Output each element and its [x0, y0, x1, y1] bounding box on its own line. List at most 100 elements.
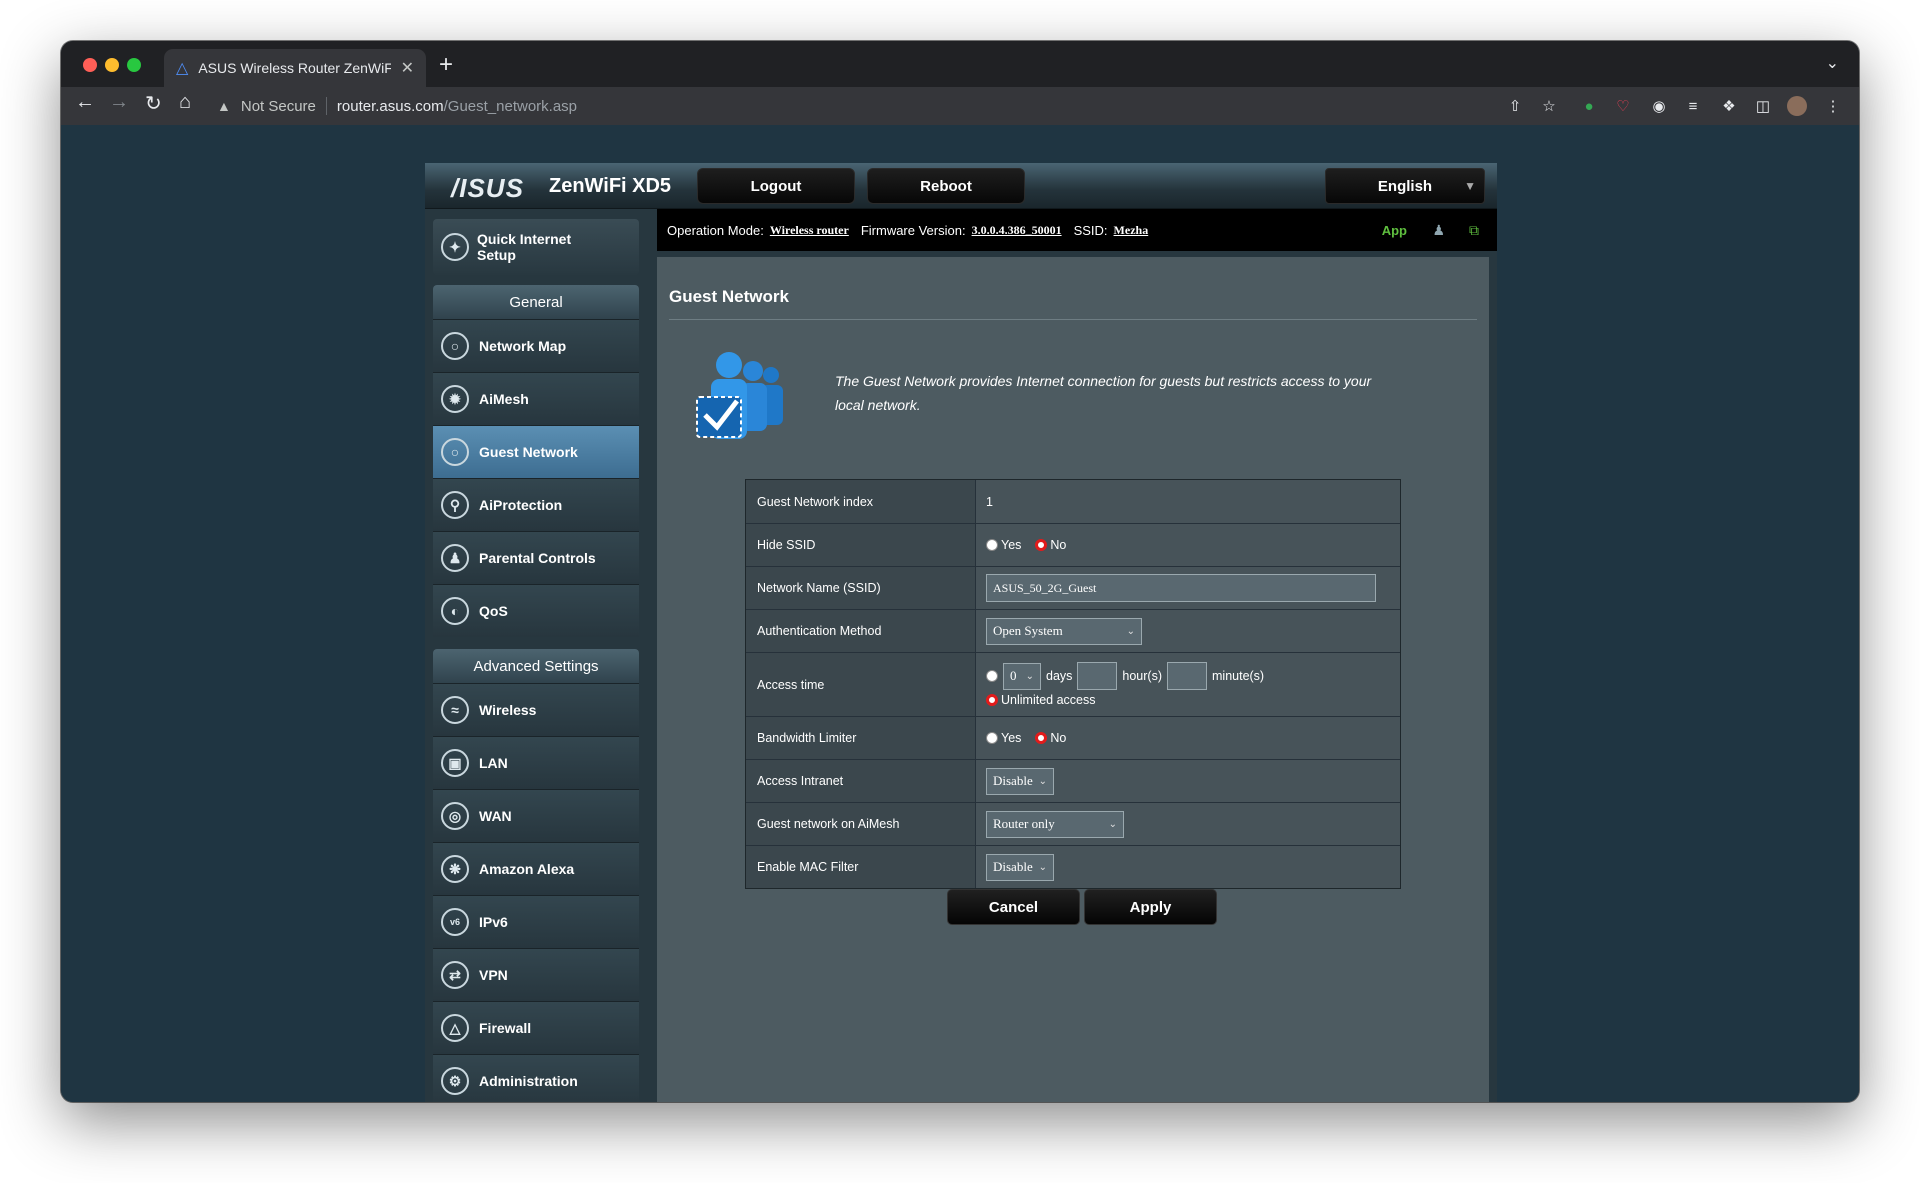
sidebar-item-network-map[interactable]: ○ Network Map	[433, 319, 639, 372]
reload-icon[interactable]: ↻	[145, 91, 162, 116]
address-bar[interactable]: ▲ Not Secure router.asus.com/Guest_netwo…	[217, 92, 1597, 120]
days-select[interactable]: 0 ⌄	[1003, 662, 1041, 690]
cancel-button[interactable]: Cancel	[947, 889, 1080, 925]
hide-ssid-yes[interactable]: Yes	[986, 538, 1021, 552]
tab-bar: △ ASUS Wireless Router ZenWiFi XD5 ✕ + ⌄	[61, 41, 1859, 87]
browser-toolbar: ← → ↻ ⌂ ▲ Not Secure router.asus.com/Gue…	[61, 87, 1859, 125]
vpn-icon: ⇄	[441, 961, 469, 989]
reboot-button[interactable]: Reboot	[867, 168, 1025, 204]
globe-icon: ○	[441, 332, 469, 360]
family-icon: ♟	[441, 544, 469, 572]
sidebar-item-label: Parental Controls	[479, 550, 596, 566]
ssid-label: Network Name (SSID)	[746, 567, 976, 609]
sidebar-toggle-icon[interactable]: ◫	[1753, 96, 1773, 116]
bookmark-star-icon[interactable]: ☆	[1539, 96, 1559, 116]
mac-filter-select[interactable]: Disable ⌄	[986, 853, 1054, 881]
sidebar-item-amazon-alexa[interactable]: ❋ Amazon Alexa	[433, 842, 639, 895]
ssid-label: SSID:	[1073, 222, 1108, 238]
op-mode-link[interactable]: Wireless router	[770, 223, 849, 238]
sidebar-item-label: Wireless	[479, 702, 537, 718]
sidebar-item-guest-network[interactable]: ○ Guest Network	[433, 425, 639, 478]
sidebar-item-administration[interactable]: ⚙ Administration	[433, 1054, 639, 1102]
hide-ssid-no[interactable]: No	[1035, 538, 1066, 552]
aimesh-select[interactable]: Router only ⌄	[986, 810, 1124, 838]
aimesh-label: Guest network on AiMesh	[746, 803, 976, 845]
main-panel: Guest Network The Guest Network provides…	[657, 257, 1489, 1102]
logout-button[interactable]: Logout	[697, 168, 855, 204]
sidebar-item-wireless[interactable]: ≈ Wireless	[433, 683, 639, 736]
sidebar-item-lan[interactable]: ▣ LAN	[433, 736, 639, 789]
ssid-input[interactable]: ASUS_50_2G_Guest	[986, 574, 1376, 602]
ssid-link[interactable]: Mezha	[1114, 223, 1149, 238]
minimize-window-button[interactable]	[105, 58, 119, 72]
sidebar-item-firewall[interactable]: △ Firewall	[433, 1001, 639, 1054]
share-icon[interactable]: ⇧	[1505, 96, 1525, 116]
unlimited-label: Unlimited access	[1001, 693, 1096, 707]
extension-badge-icon[interactable]: ●	[1579, 96, 1599, 116]
bandwidth-label: Bandwidth Limiter	[746, 717, 976, 759]
general-group: General ○ Network Map ✹ AiMesh ○ Guest N…	[433, 285, 639, 637]
hide-ssid-options: Yes No	[976, 524, 1400, 566]
sidebar-item-ipv6[interactable]: v6 IPv6	[433, 895, 639, 948]
intranet-select[interactable]: Disable ⌄	[986, 767, 1054, 795]
asus-favicon-icon: △	[176, 60, 189, 77]
sidebar-item-aimesh[interactable]: ✹ AiMesh	[433, 372, 639, 425]
auth-label: Authentication Method	[746, 610, 976, 652]
zoom-window-button[interactable]	[127, 58, 141, 72]
guest-settings-form: Guest Network index 1 Hide SSID Yes No N…	[745, 479, 1401, 889]
sidebar-item-wan[interactable]: ◎ WAN	[433, 789, 639, 842]
quick-internet-setup[interactable]: ✦ Quick Internet Setup	[433, 219, 639, 275]
radio-checked	[1035, 539, 1048, 551]
sidebar-item-vpn[interactable]: ⇄ VPN	[433, 948, 639, 1001]
bandwidth-yes[interactable]: Yes	[986, 731, 1021, 745]
index-value: 1	[986, 494, 993, 509]
omnibox-divider	[325, 97, 327, 115]
form-row-hide-ssid: Hide SSID Yes No	[746, 523, 1400, 566]
alexa-icon: ❋	[441, 855, 469, 883]
minutes-input[interactable]	[1167, 662, 1207, 690]
sidebar-item-aiprotection[interactable]: ⚲ AiProtection	[433, 478, 639, 531]
apply-button[interactable]: Apply	[1084, 889, 1217, 925]
usb-status-icon[interactable]: ⧉	[1469, 222, 1479, 239]
days-value: 0	[1010, 668, 1017, 683]
translate-icon[interactable]: ≡	[1683, 96, 1703, 116]
forward-arrow-icon[interactable]: →	[109, 91, 129, 114]
pocket-icon[interactable]: ♡	[1613, 96, 1633, 116]
tab-search-chevron-icon[interactable]: ⌄	[1826, 53, 1839, 73]
quick-setup-label: Quick Internet Setup	[477, 231, 572, 263]
unlimited-access-option[interactable]: Unlimited access	[986, 693, 1095, 707]
vpn-extension-icon[interactable]: ◉	[1649, 96, 1669, 116]
tab-close-icon[interactable]: ✕	[401, 58, 414, 78]
firmware-link[interactable]: 3.0.0.4.386_50001	[972, 223, 1062, 238]
radio-checked	[986, 694, 998, 706]
limited-access-radio[interactable]	[986, 670, 998, 682]
hours-label: hour(s)	[1122, 669, 1162, 683]
home-icon[interactable]: ⌂	[179, 91, 191, 114]
clients-icon[interactable]: ♟	[1432, 222, 1445, 239]
page-title: Guest Network	[669, 287, 789, 306]
advanced-header: Advanced Settings	[433, 649, 639, 683]
title-divider	[669, 319, 1477, 320]
app-link[interactable]: App	[1382, 223, 1407, 238]
sidebar-item-label: IPv6	[479, 914, 508, 930]
bandwidth-no[interactable]: No	[1035, 731, 1066, 745]
chevron-down-icon: ⌄	[1108, 818, 1117, 830]
hours-input[interactable]	[1077, 662, 1118, 690]
back-arrow-icon[interactable]: ←	[75, 91, 95, 114]
router-model: ZenWiFi XD5	[549, 175, 672, 197]
sidebar-item-parental-controls[interactable]: ♟ Parental Controls	[433, 531, 639, 584]
browser-tab[interactable]: △ ASUS Wireless Router ZenWiFi XD5 ✕	[164, 49, 426, 87]
access-time-label: Access time	[746, 653, 976, 716]
close-window-button[interactable]	[83, 58, 97, 72]
profile-avatar[interactable]	[1787, 96, 1807, 116]
url-path: /Guest_network.asp	[443, 97, 578, 115]
browser-menu-icon[interactable]: ⋮	[1823, 96, 1843, 116]
sidebar-item-qos[interactable]: ◐ QoS	[433, 584, 639, 637]
auth-method-select[interactable]: Open System ⌄	[986, 617, 1142, 645]
form-row-bandwidth: Bandwidth Limiter Yes No	[746, 716, 1400, 759]
new-tab-button[interactable]: +	[439, 51, 453, 79]
mac-filter-cell: Disable ⌄	[976, 846, 1400, 888]
language-select[interactable]: English ▼	[1325, 168, 1485, 204]
days-label: days	[1046, 669, 1073, 683]
extensions-puzzle-icon[interactable]: ❖	[1719, 96, 1739, 116]
